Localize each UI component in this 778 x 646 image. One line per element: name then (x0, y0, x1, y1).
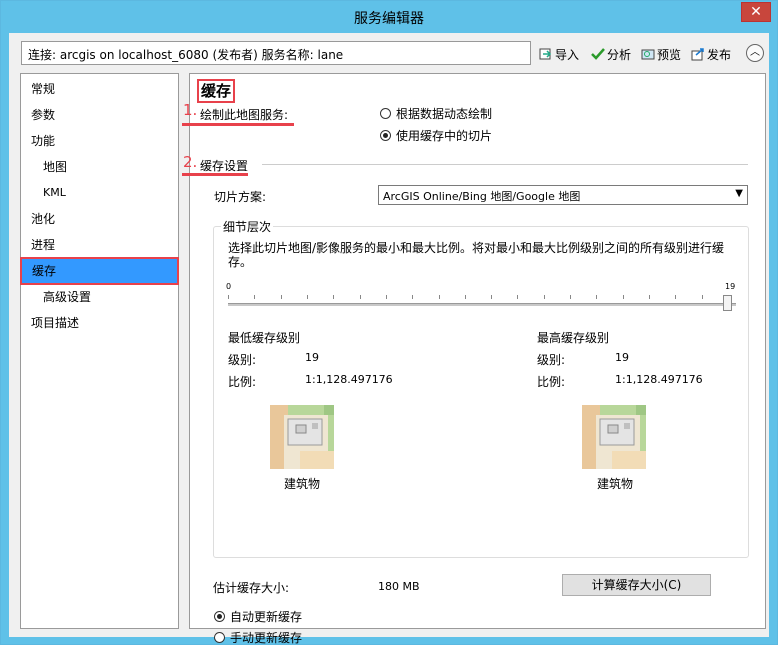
slider-tick (306, 295, 308, 299)
max-level-map-thumbnail (582, 405, 646, 469)
import-icon (539, 48, 552, 60)
nav-item-advanced[interactable]: 高级设置 (21, 285, 176, 309)
slider-tick (464, 295, 466, 299)
title-bar[interactable]: 服务编辑器 ✕ (1, 1, 777, 33)
max-scale-value: 1:1,128.497176 (615, 373, 703, 386)
slider-max-label: 19 (725, 282, 736, 291)
slider-tick (622, 295, 624, 299)
radio-manual-update[interactable] (214, 632, 225, 643)
min-level-title: 最低缓存级别 (228, 331, 301, 345)
slider-tick (333, 295, 335, 299)
slider-min-label: 0 (226, 282, 232, 291)
annotation-marker-2: 2. (183, 153, 198, 171)
nav-item-parameters[interactable]: 参数 (21, 103, 176, 127)
levels-of-detail-group: 细节层次 选择此切片地图/影像服务的最小和最大比例。将对最小和最大比例级别之间的… (213, 218, 749, 558)
publish-icon (691, 48, 704, 61)
nav-item-capabilities[interactable]: 功能 (21, 129, 176, 153)
analyze-button[interactable]: 分析 (591, 45, 631, 63)
nav-item-map[interactable]: 地图 (21, 155, 176, 179)
slider-tick (254, 295, 256, 299)
slider-tick (543, 295, 545, 299)
nav-item-processes[interactable]: 进程 (21, 233, 176, 257)
checkmark-icon (591, 48, 605, 60)
level-slider-thumb[interactable] (723, 295, 732, 311)
estimated-size-label: 估计缓存大小: (213, 581, 290, 595)
tiling-scheme-value: ArcGIS Online/Bing 地图/Google 地图 (383, 190, 581, 203)
levels-of-detail-description: 选择此切片地图/影像服务的最小和最大比例。将对最小和最大比例级别之间的所有级别进… (228, 241, 725, 269)
import-label: 导入 (555, 47, 580, 62)
levels-of-detail-legend: 细节层次 (221, 218, 274, 235)
min-level-map-caption: 建筑物 (284, 477, 321, 491)
slider-tick (359, 295, 361, 299)
service-editor-window: 服务编辑器 ✕ 连接: arcgis on localhost_6080 (发布… (0, 0, 778, 645)
slider-tick (596, 295, 598, 299)
radio-manual-update-label[interactable]: 手动更新缓存 (230, 629, 302, 646)
slider-tick (280, 295, 282, 299)
nav-item-pooling[interactable]: 池化 (21, 207, 176, 231)
annotation-underline-2 (182, 173, 248, 176)
slider-tick (675, 295, 677, 299)
min-level-label: 级别: (228, 353, 257, 367)
preview-icon (641, 49, 655, 60)
slider-tick (412, 295, 414, 299)
max-level-label: 级别: (537, 353, 566, 367)
tiling-scheme-label: 切片方案: (214, 190, 267, 204)
preview-label: 预览 (657, 47, 682, 62)
nav-item-general[interactable]: 常规 (21, 77, 176, 101)
import-button[interactable]: 导入 (539, 45, 579, 63)
window-title: 服务编辑器 (354, 11, 424, 27)
page-title: 缓存 (197, 79, 236, 103)
min-scale-value: 1:1,128.497176 (305, 373, 393, 386)
close-button[interactable]: ✕ (741, 2, 771, 22)
slider-tick (701, 295, 703, 299)
slider-tick (570, 295, 572, 299)
section-divider (262, 164, 748, 165)
connection-field[interactable]: 连接: arcgis on localhost_6080 (发布者) 服务名称:… (21, 41, 531, 65)
max-level-map-caption: 建筑物 (597, 477, 634, 491)
chevron-down-icon: ▼ (735, 188, 743, 199)
cache-settings-header: 缓存设置 (200, 159, 249, 173)
annotation-underline-1 (182, 123, 294, 126)
min-level-map-thumbnail (270, 405, 334, 469)
analyze-label: 分析 (607, 47, 632, 62)
preview-button[interactable]: 预览 (641, 45, 681, 63)
publish-label: 发布 (707, 47, 732, 62)
nav-item-kml[interactable]: KML (21, 181, 176, 205)
radio-auto-update[interactable] (214, 611, 225, 622)
radio-dynamic-draw[interactable] (380, 108, 391, 119)
nav-panel: 常规 参数 功能 地图 KML 池化 进程 缓存 高级设置 项目描述 (20, 73, 179, 629)
slider-tick (438, 295, 440, 299)
slider-tick (228, 295, 229, 299)
max-level-title: 最高缓存级别 (537, 331, 610, 345)
slider-tick (385, 295, 387, 299)
nav-item-item-description[interactable]: 项目描述 (21, 311, 176, 335)
client-area: 连接: arcgis on localhost_6080 (发布者) 服务名称:… (9, 33, 769, 645)
draw-service-label: 绘制此地图服务: (200, 108, 289, 122)
min-level-value: 19 (305, 351, 319, 364)
content-panel: 缓存 1. 绘制此地图服务: 根据数据动态绘制 使用缓存中的切片 2. 缓存设置… (182, 73, 766, 645)
tiling-scheme-dropdown[interactable]: ArcGIS Online/Bing 地图/Google 地图 ▼ (378, 185, 748, 205)
max-level-value: 19 (615, 351, 629, 364)
min-scale-label: 比例: (228, 375, 257, 389)
annotation-marker-1: 1. (183, 101, 198, 119)
radio-dynamic-draw-label[interactable]: 根据数据动态绘制 (396, 105, 492, 122)
calculate-cache-size-button[interactable]: 计算缓存大小(C) (562, 574, 711, 596)
level-slider-track[interactable] (228, 303, 736, 306)
collapse-button[interactable]: ︿ (746, 44, 764, 62)
nav-item-caching[interactable]: 缓存 (20, 257, 179, 285)
slider-tick (517, 295, 519, 299)
slider-tick (649, 295, 651, 299)
radio-use-cache[interactable] (380, 130, 391, 141)
radio-auto-update-label[interactable]: 自动更新缓存 (230, 608, 302, 625)
slider-tick (491, 295, 493, 299)
max-scale-label: 比例: (537, 375, 566, 389)
publish-button[interactable]: 发布 (691, 45, 731, 63)
radio-use-cache-label[interactable]: 使用缓存中的切片 (396, 127, 492, 144)
estimated-size-value: 180 MB (378, 580, 420, 593)
